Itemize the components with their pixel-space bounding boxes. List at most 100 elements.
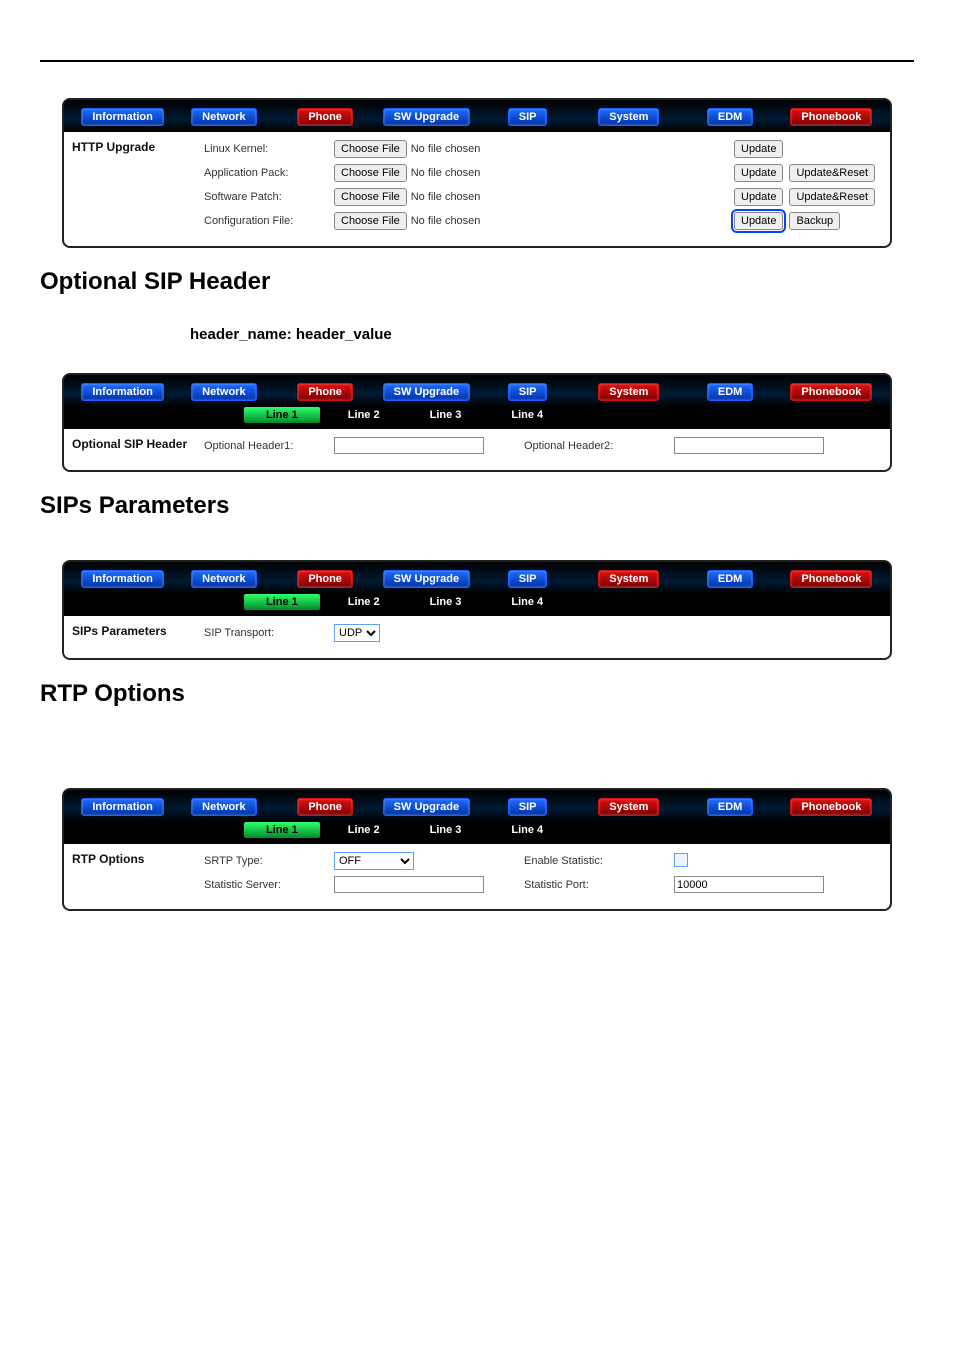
statistic-server-input[interactable] xyxy=(334,876,484,893)
sips-params-title: SIPs Parameters xyxy=(64,616,204,658)
main-nav: Information Network Phone SW Upgrade SIP… xyxy=(64,100,890,132)
row-stat-server-port: Statistic Server: Statistic Port: xyxy=(204,876,882,893)
heading-sips-params: SIPs Parameters xyxy=(40,492,914,520)
label: Software Patch: xyxy=(204,191,334,203)
nav-sw-upgrade[interactable]: SW Upgrade xyxy=(383,383,470,401)
enable-statistic-checkbox[interactable] xyxy=(674,853,688,867)
tab-line2[interactable]: Line 2 xyxy=(326,822,402,838)
nav-system[interactable]: System xyxy=(598,798,659,816)
file-status: No file chosen xyxy=(411,215,481,227)
tab-line1[interactable]: Line 1 xyxy=(244,407,320,423)
enable-statistic-label: Enable Statistic: xyxy=(524,855,674,867)
http-upgrade-title: HTTP Upgrade xyxy=(64,132,204,246)
row-application-pack: Application Pack: Choose File No file ch… xyxy=(204,164,882,182)
nav-network[interactable]: Network xyxy=(191,570,256,588)
nav-network[interactable]: Network xyxy=(191,383,256,401)
choose-file-button[interactable]: Choose File xyxy=(334,212,407,230)
update-reset-button[interactable]: Update&Reset xyxy=(789,164,875,182)
update-button[interactable]: Update xyxy=(734,212,783,230)
statistic-port-label: Statistic Port: xyxy=(524,879,674,891)
nav-phonebook[interactable]: Phonebook xyxy=(790,108,872,126)
tab-line3[interactable]: Line 3 xyxy=(408,822,484,838)
optional-header2-label: Optional Header2: xyxy=(524,440,674,452)
choose-file-button[interactable]: Choose File xyxy=(334,140,407,158)
header-format-example: header_name: header_value xyxy=(190,326,914,343)
nav-information[interactable]: Information xyxy=(81,570,164,588)
nav-edm[interactable]: EDM xyxy=(707,383,753,401)
row-configuration-file: Configuration File: Choose File No file … xyxy=(204,212,882,230)
http-upgrade-fields: Linux Kernel: Choose File No file chosen… xyxy=(204,132,890,246)
nav-sw-upgrade[interactable]: SW Upgrade xyxy=(383,108,470,126)
file-status: No file chosen xyxy=(411,167,481,179)
nav-network[interactable]: Network xyxy=(191,108,256,126)
statistic-server-label: Statistic Server: xyxy=(204,879,334,891)
line-tabs: Line 1 Line 2 Line 3 Line 4 xyxy=(244,594,890,616)
nav-sip[interactable]: SIP xyxy=(508,108,548,126)
nav-sip[interactable]: SIP xyxy=(508,798,548,816)
main-nav: Information Network Phone SW Upgrade SIP… xyxy=(64,375,890,407)
label: Application Pack: xyxy=(204,167,334,179)
tab-line2[interactable]: Line 2 xyxy=(326,407,402,423)
nav-information[interactable]: Information xyxy=(81,798,164,816)
update-button[interactable]: Update xyxy=(734,140,783,158)
tab-line4[interactable]: Line 4 xyxy=(489,594,565,610)
nav-phone[interactable]: Phone xyxy=(297,108,353,126)
row-srtp-enable: SRTP Type: OFF Enable Statistic: xyxy=(204,852,882,870)
row-optional-headers: Optional Header1: Optional Header2: xyxy=(204,437,882,454)
row-linux-kernel: Linux Kernel: Choose File No file chosen… xyxy=(204,140,882,158)
tab-line3[interactable]: Line 3 xyxy=(408,594,484,610)
update-button[interactable]: Update xyxy=(734,164,783,182)
update-button[interactable]: Update xyxy=(734,188,783,206)
nav-edm[interactable]: EDM xyxy=(707,108,753,126)
update-reset-button[interactable]: Update&Reset xyxy=(789,188,875,206)
nav-phone[interactable]: Phone xyxy=(297,383,353,401)
nav-information[interactable]: Information xyxy=(81,383,164,401)
nav-phonebook[interactable]: Phonebook xyxy=(790,798,872,816)
nav-phone[interactable]: Phone xyxy=(297,570,353,588)
main-nav: Information Network Phone SW Upgrade SIP… xyxy=(64,562,890,594)
tab-line4[interactable]: Line 4 xyxy=(489,822,565,838)
optional-header1-input[interactable] xyxy=(334,437,484,454)
optional-header1-label: Optional Header1: xyxy=(204,440,334,452)
nav-phonebook[interactable]: Phonebook xyxy=(790,383,872,401)
srtp-type-label: SRTP Type: xyxy=(204,855,334,867)
nav-sw-upgrade[interactable]: SW Upgrade xyxy=(383,798,470,816)
optional-header2-input[interactable] xyxy=(674,437,824,454)
nav-phone[interactable]: Phone xyxy=(297,798,353,816)
rtp-options-title: RTP Options xyxy=(64,844,204,909)
label: Configuration File: xyxy=(204,215,334,227)
sip-transport-select[interactable]: UDP xyxy=(334,624,380,642)
statistic-port-input[interactable] xyxy=(674,876,824,893)
choose-file-button[interactable]: Choose File xyxy=(334,188,407,206)
page-divider xyxy=(40,60,914,62)
nav-information[interactable]: Information xyxy=(81,108,164,126)
tab-line1[interactable]: Line 1 xyxy=(244,594,320,610)
nav-phonebook[interactable]: Phonebook xyxy=(790,570,872,588)
line-tabs: Line 1 Line 2 Line 3 Line 4 xyxy=(244,407,890,429)
tab-line3[interactable]: Line 3 xyxy=(408,407,484,423)
main-nav: Information Network Phone SW Upgrade SIP… xyxy=(64,790,890,822)
nav-edm[interactable]: EDM xyxy=(707,798,753,816)
nav-sw-upgrade[interactable]: SW Upgrade xyxy=(383,570,470,588)
nav-system[interactable]: System xyxy=(598,570,659,588)
label: Linux Kernel: xyxy=(204,143,334,155)
optional-sip-title: Optional SIP Header xyxy=(64,429,204,470)
nav-sip[interactable]: SIP xyxy=(508,383,548,401)
nav-edm[interactable]: EDM xyxy=(707,570,753,588)
row-sip-transport: SIP Transport: UDP xyxy=(204,624,882,642)
nav-system[interactable]: System xyxy=(598,383,659,401)
file-status: No file chosen xyxy=(411,191,481,203)
sips-params-panel: Information Network Phone SW Upgrade SIP… xyxy=(62,560,892,660)
srtp-type-select[interactable]: OFF xyxy=(334,852,414,870)
nav-sip[interactable]: SIP xyxy=(508,570,548,588)
tab-line4[interactable]: Line 4 xyxy=(489,407,565,423)
tab-line1[interactable]: Line 1 xyxy=(244,822,320,838)
nav-system[interactable]: System xyxy=(598,108,659,126)
rtp-options-panel: Information Network Phone SW Upgrade SIP… xyxy=(62,788,892,911)
choose-file-button[interactable]: Choose File xyxy=(334,164,407,182)
row-software-patch: Software Patch: Choose File No file chos… xyxy=(204,188,882,206)
line-tabs: Line 1 Line 2 Line 3 Line 4 xyxy=(244,822,890,844)
nav-network[interactable]: Network xyxy=(191,798,256,816)
tab-line2[interactable]: Line 2 xyxy=(326,594,402,610)
backup-button[interactable]: Backup xyxy=(789,212,840,230)
